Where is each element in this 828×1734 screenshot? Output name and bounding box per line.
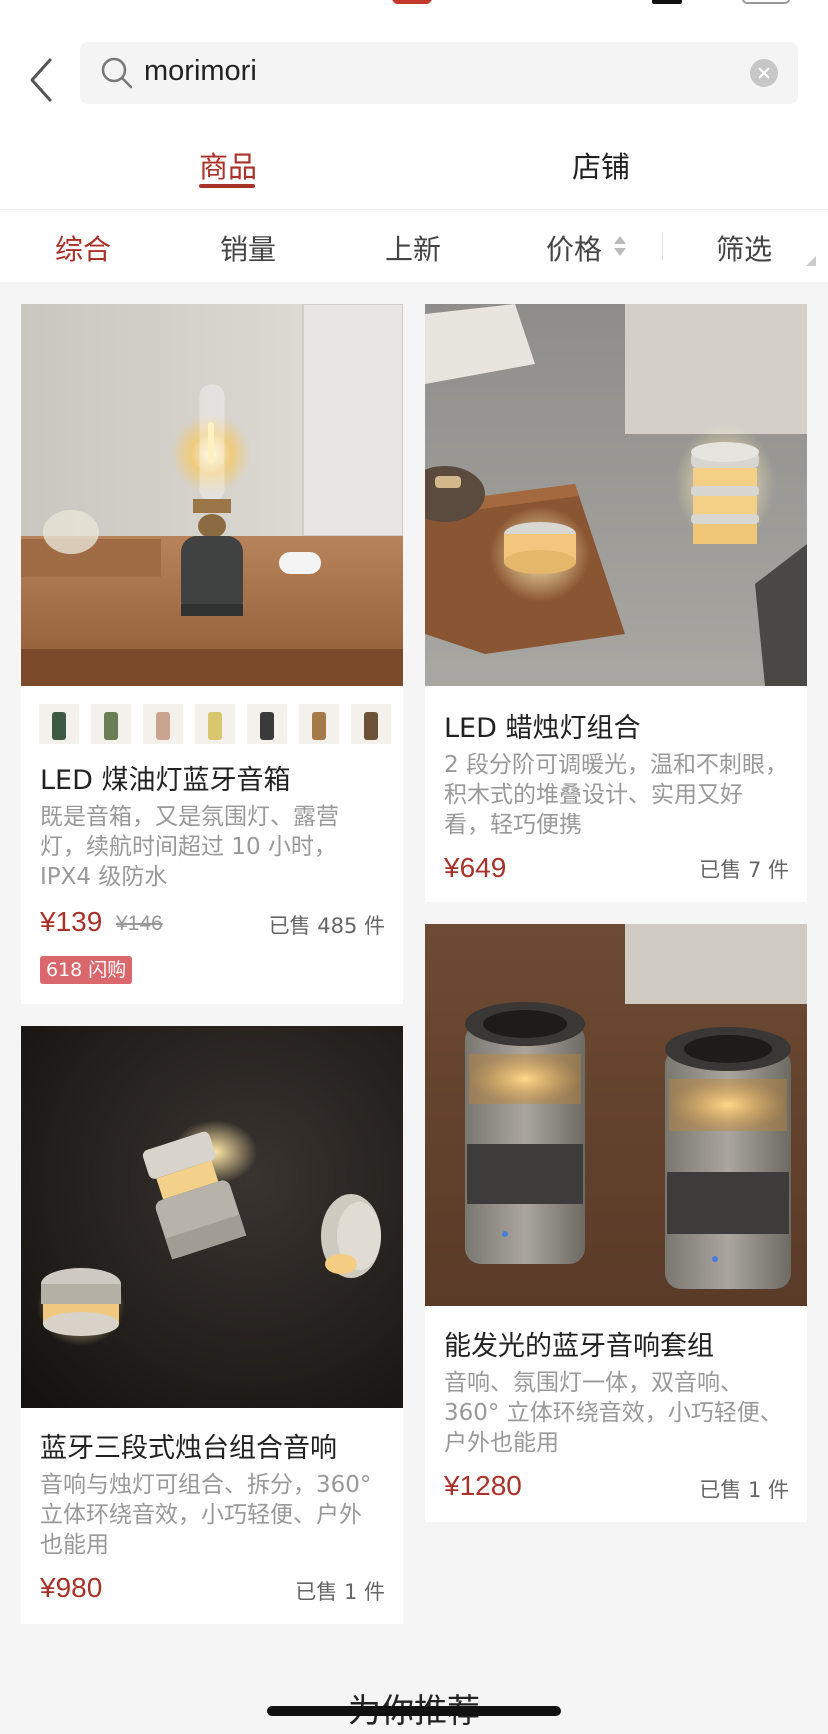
- variant-thumb[interactable]: [39, 704, 79, 744]
- product-image[interactable]: [425, 924, 807, 1306]
- battery-icon: [742, 0, 790, 4]
- tab-goods[interactable]: 商品: [199, 144, 257, 186]
- sort-newest[interactable]: 上新: [385, 228, 441, 268]
- product-description: 音响与烛灯可组合、拆分，360° 立体环绕音效，小巧轻便、户外也能用: [40, 1472, 372, 1558]
- product-title: LED 煤油灯蓝牙音箱: [40, 765, 291, 796]
- sold-count: 已售 485 件: [268, 914, 385, 938]
- product-description: 既是音箱，又是氛围灯、露营灯，续航时间超过 10 小时，IPX4 级防水: [40, 804, 339, 890]
- signal-icon: [652, 0, 682, 4]
- product-card[interactable]: 能发光的蓝牙音响套组 音响、氛围灯一体，双音响、360° 立体环绕音效，小巧轻便…: [425, 924, 807, 1522]
- product-image[interactable]: [425, 304, 807, 686]
- variant-thumb[interactable]: [247, 704, 287, 744]
- product-image[interactable]: [21, 1026, 403, 1408]
- home-indicator[interactable]: [267, 1706, 561, 1716]
- header: morimori 商品 店铺: [0, 24, 828, 210]
- variant-thumb[interactable]: [351, 704, 391, 744]
- sort-sales[interactable]: 销量: [220, 228, 276, 268]
- product-price: ¥649: [444, 852, 507, 883]
- product-title: LED 蜡烛灯组合: [444, 713, 641, 744]
- tab-shops[interactable]: 店铺: [572, 144, 630, 186]
- product-price: ¥980: [40, 1572, 103, 1603]
- filter-corner-icon: [806, 256, 816, 266]
- back-icon[interactable]: [22, 54, 62, 106]
- product-card[interactable]: 蓝牙三段式烛台组合音响 音响与烛灯可组合、拆分，360° 立体环绕音效，小巧轻便…: [21, 1026, 403, 1624]
- product-title: 能发光的蓝牙音响套组: [444, 1331, 714, 1362]
- variant-thumb[interactable]: [91, 704, 131, 744]
- sold-count: 已售 1 件: [295, 1580, 385, 1604]
- sort-bar: 综合 销量 上新 价格 筛选: [0, 210, 828, 282]
- recording-indicator: [392, 0, 432, 4]
- original-price: ¥146: [116, 912, 163, 935]
- variant-thumbnails: [39, 704, 391, 744]
- clear-icon[interactable]: [750, 59, 778, 87]
- sold-count: 已售 1 件: [699, 1478, 789, 1502]
- variant-thumb[interactable]: [143, 704, 183, 744]
- sold-count: 已售 7 件: [699, 858, 789, 882]
- filter-button[interactable]: 筛选: [716, 228, 772, 268]
- status-bar: [0, 0, 828, 24]
- sort-arrows-icon[interactable]: [614, 236, 626, 258]
- product-description: 2 段分阶可调暖光，温和不刺眼，积木式的堆叠设计、实用又好看，轻巧便携: [444, 752, 788, 838]
- product-description: 音响、氛围灯一体，双音响、360° 立体环绕音效，小巧轻便、户外也能用: [444, 1370, 783, 1456]
- promo-badge: 618 闪购: [40, 956, 133, 984]
- variant-thumb[interactable]: [299, 704, 339, 744]
- search-query: morimori: [144, 55, 257, 87]
- product-title: 蓝牙三段式烛台组合音响: [40, 1433, 337, 1464]
- product-card[interactable]: LED 煤油灯蓝牙音箱 既是音箱，又是氛围灯、露营灯，续航时间超过 10 小时，…: [21, 304, 403, 1004]
- sort-overall[interactable]: 综合: [55, 228, 111, 268]
- product-price: ¥139: [40, 906, 103, 937]
- variant-thumb[interactable]: [195, 704, 235, 744]
- product-image[interactable]: [21, 304, 403, 686]
- search-input[interactable]: morimori: [80, 42, 798, 104]
- tab-active-indicator: [199, 184, 255, 188]
- product-card[interactable]: LED 蜡烛灯组合 2 段分阶可调暖光，温和不刺眼，积木式的堆叠设计、实用又好看…: [425, 304, 807, 902]
- sort-price[interactable]: 价格: [546, 228, 602, 268]
- product-price: ¥1280: [444, 1470, 522, 1501]
- search-icon: [101, 57, 133, 89]
- divider: [662, 232, 663, 260]
